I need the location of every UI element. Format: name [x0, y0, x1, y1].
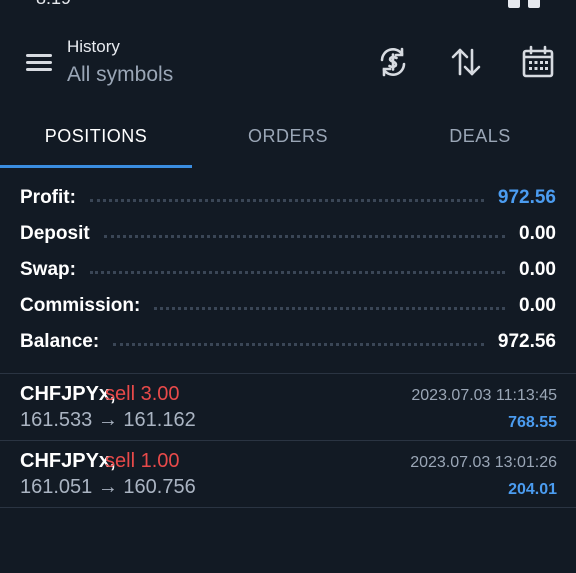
dotted-leader [89, 198, 484, 202]
swap-value: 0.00 [519, 259, 556, 280]
position-time: 2023.07.03 13:01:26 [410, 454, 557, 471]
summary-panel: Profit: 972.56 Deposit 0.00 Swap: 0.00 C… [20, 180, 556, 360]
divider [0, 507, 576, 508]
position-side: sell 3.00 [105, 383, 180, 405]
summary-label: Balance: [20, 331, 100, 352]
close-price: 161.162 [123, 409, 196, 431]
summary-row-balance: Balance: 972.56 [20, 324, 556, 360]
price-arrow: → [97, 409, 118, 431]
divider [0, 373, 576, 374]
deposit-value: 0.00 [519, 223, 556, 244]
summary-row-profit: Profit: 972.56 [20, 180, 556, 216]
position-symbol: CHFJPYx, [20, 383, 116, 405]
status-bar: 8:19 [0, 0, 576, 10]
summary-label: Profit: [20, 187, 76, 208]
summary-label: Deposit [20, 223, 90, 244]
position-profit: 768.55 [508, 414, 557, 431]
divider [0, 440, 576, 441]
summary-row-commission: Commission: 0.00 [20, 288, 556, 324]
dotted-leader [89, 270, 506, 274]
summary-row-swap: Swap: 0.00 [20, 252, 556, 288]
status-time: 8:19 [36, 0, 71, 9]
summary-row-deposit: Deposit 0.00 [20, 216, 556, 252]
position-row[interactable]: CHFJPYx, sell 1.00 161.051 → 160.756 202… [0, 442, 576, 508]
position-symbol: CHFJPYx, [20, 450, 116, 472]
position-profit: 204.01 [508, 481, 557, 498]
tab-deals[interactable]: DEALS [384, 110, 576, 165]
status-icons [508, 0, 540, 8]
summary-label: Commission: [20, 295, 141, 316]
page-title: History [67, 37, 120, 56]
tab-orders[interactable]: ORDERS [192, 110, 384, 165]
dotted-leader [103, 234, 506, 238]
position-row[interactable]: CHFJPYx, sell 3.00 161.533 → 161.162 202… [0, 375, 576, 441]
tab-positions[interactable]: POSITIONS [0, 110, 192, 165]
open-price: 161.533 [20, 409, 93, 431]
active-tab-indicator [0, 165, 192, 168]
position-time: 2023.07.03 11:13:45 [411, 387, 557, 404]
app-bar: History All symbols [0, 30, 576, 100]
profit-value: 972.56 [497, 187, 556, 208]
position-prices: 161.051 → 160.756 [20, 476, 196, 499]
currency-sync-icon[interactable] [376, 45, 410, 79]
close-price: 160.756 [123, 476, 196, 498]
tab-bar: POSITIONS ORDERS DEALS [0, 110, 576, 168]
summary-label: Swap: [20, 259, 76, 280]
sort-icon[interactable] [449, 45, 483, 79]
balance-value: 972.56 [497, 331, 556, 352]
position-side: sell 1.00 [105, 450, 180, 472]
symbol-filter[interactable]: All symbols [67, 63, 173, 87]
price-arrow: → [97, 476, 118, 498]
dotted-leader [154, 306, 506, 310]
battery-icon [528, 0, 540, 8]
open-price: 161.051 [20, 476, 93, 498]
menu-icon[interactable] [24, 50, 54, 74]
calendar-icon[interactable] [521, 45, 555, 79]
dotted-leader [113, 342, 484, 346]
position-prices: 161.533 → 161.162 [20, 409, 196, 432]
signal-icon [508, 0, 520, 8]
commission-value: 0.00 [519, 295, 556, 316]
